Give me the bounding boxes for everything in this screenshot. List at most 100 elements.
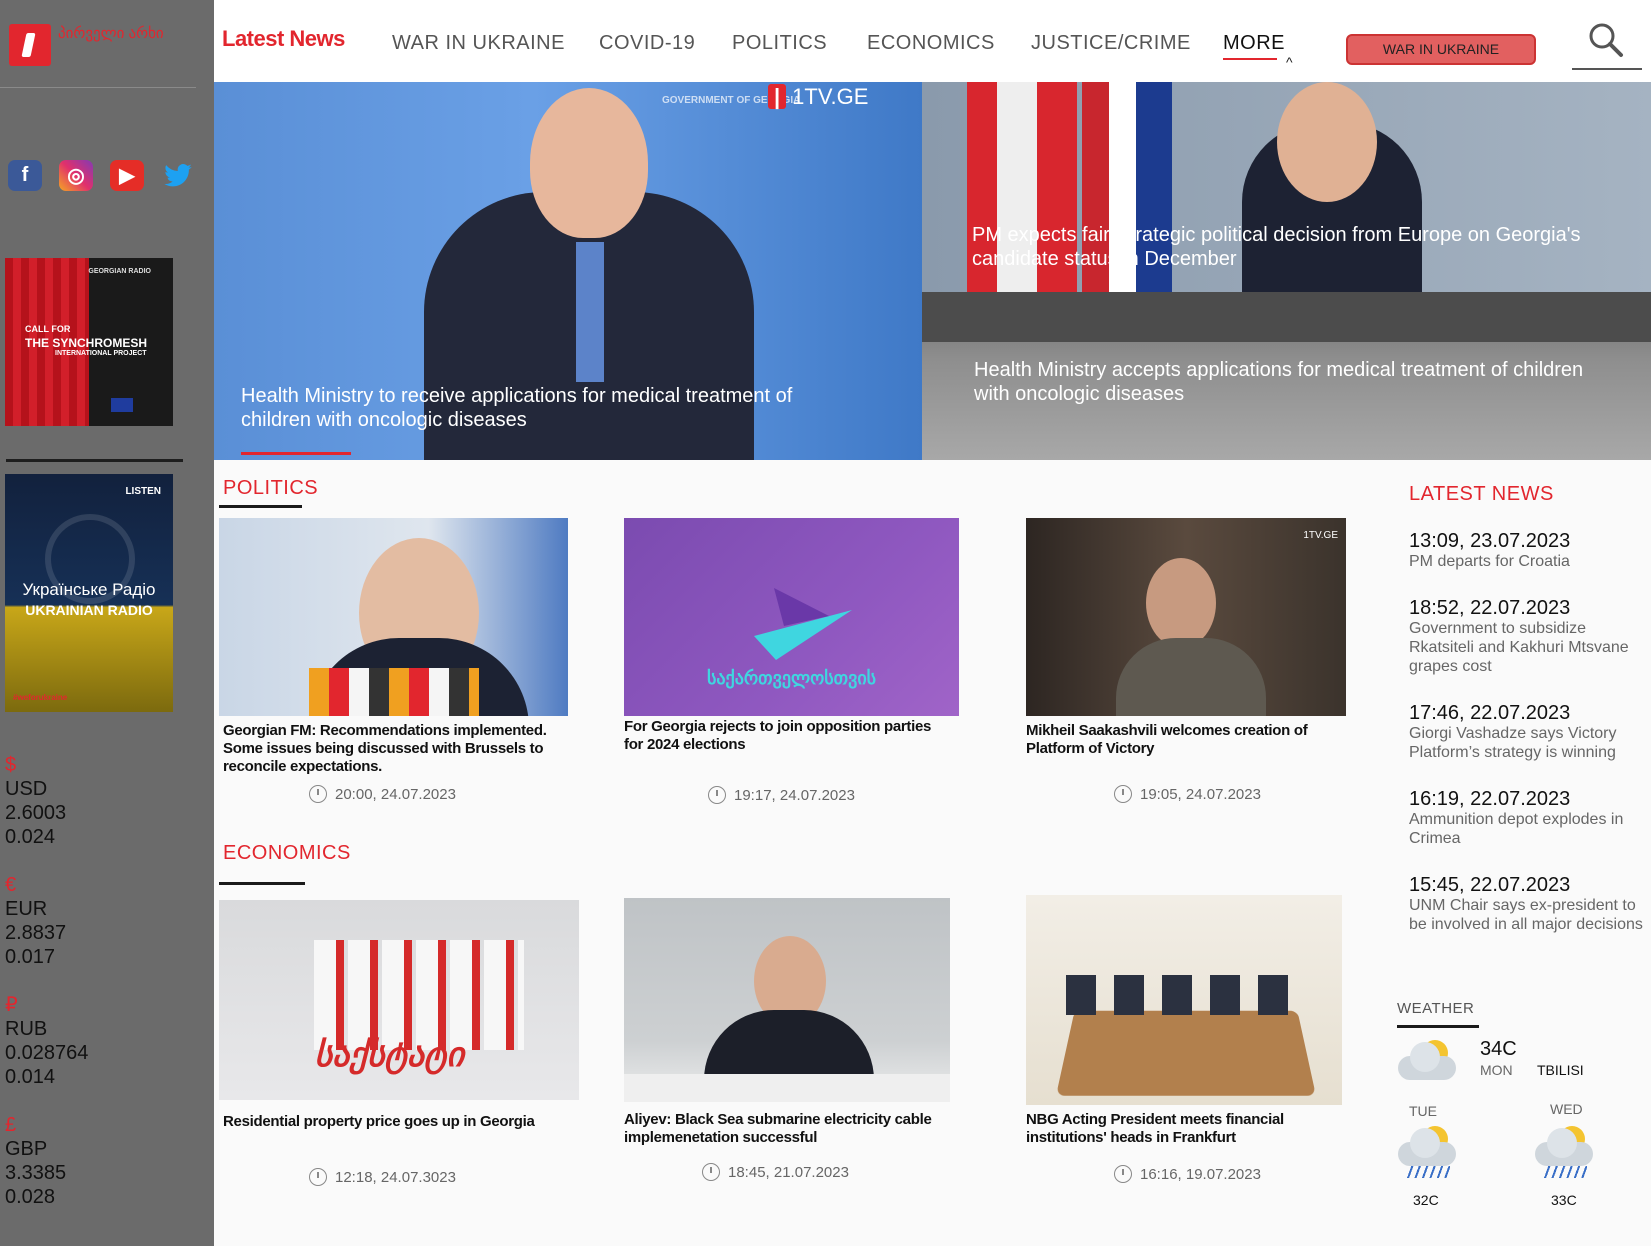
- card-title[interactable]: Aliyev: Black Sea submarine electricity …: [624, 1111, 944, 1147]
- nav-more[interactable]: MORE: [1223, 32, 1285, 55]
- card-title[interactable]: NBG Acting President meets financial ins…: [1026, 1111, 1336, 1147]
- search-icon[interactable]: [1588, 22, 1624, 58]
- nav-politics[interactable]: POLITICS: [732, 32, 827, 55]
- hero-main-caption[interactable]: Health Ministry to receive applications …: [241, 384, 841, 432]
- war-in-ukraine-button[interactable]: WAR IN UKRAINE: [1346, 34, 1536, 65]
- partly-cloudy-icon: [1394, 1036, 1458, 1092]
- currency-value: 2.8837: [5, 922, 67, 944]
- ukrainian-radio-banner[interactable]: LISTEN Українське Радіо UKRAINIAN RADIO …: [5, 474, 173, 712]
- latest-news-headline[interactable]: Government to subsidize Rkatsiteli and K…: [1409, 619, 1649, 676]
- hero-main-story[interactable]: GOVERNMENT OF GEORGIA | 1TV.GE Health Min…: [214, 82, 922, 460]
- economics-section-title[interactable]: ECONOMICS: [223, 842, 351, 865]
- latest-news-headline[interactable]: Ammunition depot explodes in Crimea: [1409, 810, 1649, 848]
- rate-rub: ₽ RUB 0.028764 0.014: [5, 994, 195, 1114]
- sidebar-divider-2: [6, 459, 183, 462]
- card-time: 20:00, 24.07.2023: [309, 785, 456, 803]
- currency-symbol: $: [5, 754, 17, 776]
- clock-icon: [309, 785, 327, 803]
- hero-side-bottom-caption[interactable]: Health Ministry accepts applications for…: [974, 358, 1604, 406]
- news-image[interactable]: 1TV.GE: [1026, 518, 1346, 716]
- sidebar-divider: [0, 87, 196, 88]
- search-underline: [1572, 68, 1642, 70]
- card-title[interactable]: For Georgia rejects to join opposition p…: [624, 718, 954, 754]
- weather-today-day: MON: [1480, 1062, 1513, 1078]
- currency-symbol: £: [5, 1114, 17, 1136]
- banner-listen-label: LISTEN: [125, 486, 161, 497]
- latest-news-headline[interactable]: Giorgi Vashadze says Victory Platform’s …: [1409, 724, 1649, 762]
- latest-news-item[interactable]: 16:19, 22.07.2023 Ammunition depot explo…: [1409, 788, 1649, 848]
- card-title[interactable]: Residential property price goes up in Ge…: [223, 1113, 573, 1131]
- hero-side-top-caption[interactable]: PM expects fair, strategic political dec…: [972, 223, 1632, 271]
- latest-news-item[interactable]: 13:09, 23.07.2023 PM departs for Croatia: [1409, 530, 1649, 571]
- geostat-logo-text: საქსტატი: [314, 1036, 464, 1074]
- card-time-text: 20:00, 24.07.2023: [335, 785, 456, 803]
- top-header: Latest News WAR IN UKRAINE COVID-19 POLI…: [214, 0, 1651, 82]
- latest-news-time: 13:09, 23.07.2023: [1409, 530, 1571, 552]
- social-links: f ◎ ▶: [8, 160, 195, 191]
- economics-section-underline: [219, 882, 305, 885]
- photo-person-suit: [1116, 638, 1266, 716]
- latest-news-headline[interactable]: PM departs for Croatia: [1409, 552, 1649, 571]
- latest-news-item[interactable]: 15:45, 22.07.2023 UNM Chair says ex-pres…: [1409, 874, 1649, 934]
- rain-icon: [1394, 1122, 1458, 1178]
- nav-justice-crime[interactable]: JUSTICE/CRIME: [1031, 32, 1191, 55]
- site-logo-icon[interactable]: [9, 24, 51, 66]
- raindrops-icon: [1543, 1166, 1587, 1178]
- photo-person-head: [530, 88, 648, 238]
- synchromesh-banner[interactable]: GEORGIAN RADIO CALL FOR THE SYNCHROMESH …: [5, 258, 173, 426]
- politics-section-title[interactable]: POLITICS: [223, 477, 318, 500]
- hero-side-story-top[interactable]: PM expects fair, strategic political dec…: [922, 82, 1651, 292]
- card-title[interactable]: Mikheil Saakashvili welcomes creation of…: [1026, 722, 1336, 758]
- photo-person-head: [1146, 558, 1216, 648]
- banner-project-label: THE SYNCHROMESH: [25, 336, 148, 350]
- card-title[interactable]: Georgian FM: Recommendations implemented…: [223, 722, 563, 776]
- news-image[interactable]: საქართველოსთვის: [624, 518, 959, 716]
- banner-hashtag: #weforukraine: [13, 693, 68, 702]
- instagram-icon[interactable]: ◎: [59, 160, 93, 191]
- latest-news-link[interactable]: Latest News: [222, 26, 345, 52]
- news-image[interactable]: [219, 518, 568, 716]
- currency-value: 0.028764: [5, 1042, 89, 1064]
- weather-forecast-day: TUE: [1409, 1103, 1437, 1119]
- twitter-bird-icon: [164, 163, 192, 186]
- card-time: 18:45, 21.07.2023: [702, 1163, 849, 1181]
- microphones-graphic: [309, 668, 479, 716]
- card-time: 19:17, 24.07.2023: [708, 786, 855, 804]
- nav-more-underline: [1223, 58, 1277, 60]
- banner-sub-label: INTERNATIONAL PROJECT: [55, 350, 147, 357]
- photo-person-head: [1277, 82, 1377, 202]
- currency-change: 0.024: [5, 826, 56, 848]
- clock-icon: [708, 786, 726, 804]
- nav-war-in-ukraine[interactable]: WAR IN UKRAINE: [392, 32, 565, 55]
- weather-underline: [1397, 1025, 1479, 1028]
- hero-side-story-bottom[interactable]: Health Ministry accepts applications for…: [922, 292, 1651, 460]
- news-image[interactable]: საქსტატი: [219, 900, 579, 1100]
- rain-icon: [1531, 1122, 1595, 1178]
- chevron-up-icon[interactable]: ^: [1286, 54, 1293, 70]
- cloud-icon: [1398, 1042, 1456, 1080]
- weather-forecast-day: WED: [1550, 1101, 1583, 1117]
- latest-news-item[interactable]: 18:52, 22.07.2023 Government to subsidiz…: [1409, 597, 1649, 676]
- twitter-icon[interactable]: [161, 160, 195, 191]
- desk-graphic: [624, 1074, 950, 1102]
- currency-code: RUB: [5, 1018, 48, 1040]
- latest-news-time: 15:45, 22.07.2023: [1409, 874, 1571, 896]
- banner-radio-label: GEORGIAN RADIO: [88, 268, 151, 275]
- latest-news-headline[interactable]: UNM Chair says ex-president to be involv…: [1409, 896, 1649, 934]
- tv-watermark-text: 1TV.GE: [792, 84, 869, 109]
- banner-ukrainian-title: Українське Радіо: [22, 580, 156, 599]
- latest-news-item[interactable]: 17:46, 22.07.2023 Giorgi Vashadze says V…: [1409, 702, 1649, 762]
- nav-economics[interactable]: ECONOMICS: [867, 32, 995, 55]
- facebook-icon[interactable]: f: [8, 160, 42, 191]
- meeting-people-graphic: [1066, 975, 1306, 1015]
- tv-logo-icon: |: [768, 84, 787, 109]
- tv-watermark: | 1TV.GE: [768, 84, 868, 110]
- card-time-text: 18:45, 21.07.2023: [728, 1163, 849, 1181]
- youtube-icon[interactable]: ▶: [110, 160, 144, 191]
- news-image[interactable]: [624, 898, 950, 1102]
- news-image[interactable]: [1026, 895, 1342, 1105]
- clock-icon: [702, 1163, 720, 1181]
- currency-value: 2.6003: [5, 802, 67, 824]
- site-logo-text[interactable]: პირველი არხი: [58, 26, 164, 42]
- nav-covid-19[interactable]: COVID-19: [599, 32, 695, 55]
